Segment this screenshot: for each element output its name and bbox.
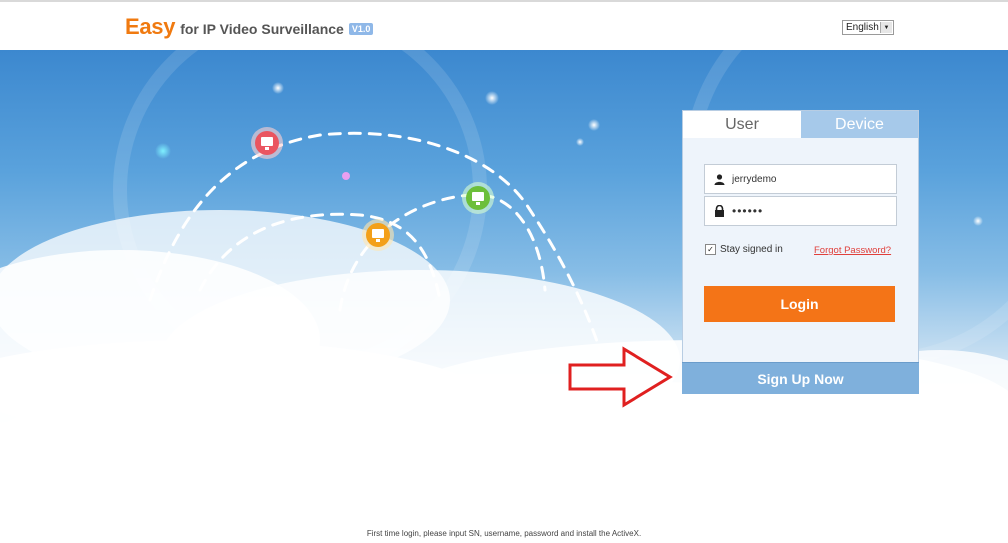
sign-up-button[interactable]: Sign Up Now bbox=[682, 362, 919, 394]
footer-hint: First time login, please input SN, usern… bbox=[366, 529, 642, 538]
monitor-icon-green bbox=[462, 182, 494, 214]
login-panel: User Device ✓ Stay signed in Forgot Pass… bbox=[682, 110, 919, 394]
tab-device[interactable]: Device bbox=[801, 111, 918, 138]
brand-easy: Easy bbox=[125, 14, 176, 39]
brand-subtitle: for IP Video Surveillance bbox=[180, 21, 344, 37]
login-button[interactable]: Login bbox=[704, 286, 895, 322]
stay-signed-in-checkbox[interactable]: ✓ bbox=[705, 244, 716, 255]
login-tabs: User Device bbox=[683, 111, 918, 138]
language-select[interactable]: English ▼ bbox=[842, 20, 894, 35]
dropdown-arrow-icon[interactable]: ▼ bbox=[880, 22, 892, 33]
stay-signed-in[interactable]: ✓ Stay signed in bbox=[705, 244, 783, 255]
brand-logo: Easy for IP Video Surveillance V1.0 bbox=[125, 14, 374, 39]
language-value: English bbox=[846, 22, 879, 33]
header: Easy for IP Video Surveillance V1.0 Engl… bbox=[0, 0, 1008, 48]
monitor-icon-orange bbox=[362, 219, 394, 251]
monitor-icon-red bbox=[251, 127, 283, 159]
password-input[interactable] bbox=[732, 204, 882, 218]
username-field[interactable] bbox=[704, 164, 897, 194]
lock-icon bbox=[714, 205, 726, 217]
user-icon bbox=[714, 173, 726, 185]
username-input[interactable] bbox=[732, 173, 882, 185]
version-badge: V1.0 bbox=[348, 23, 374, 35]
tab-user[interactable]: User bbox=[683, 111, 801, 138]
forgot-password-link[interactable]: Forgot Password? bbox=[814, 245, 891, 256]
password-field[interactable] bbox=[704, 196, 897, 226]
top-divider bbox=[0, 0, 1008, 2]
stay-signed-in-label: Stay signed in bbox=[720, 244, 783, 255]
arrow-right-icon bbox=[568, 346, 673, 408]
